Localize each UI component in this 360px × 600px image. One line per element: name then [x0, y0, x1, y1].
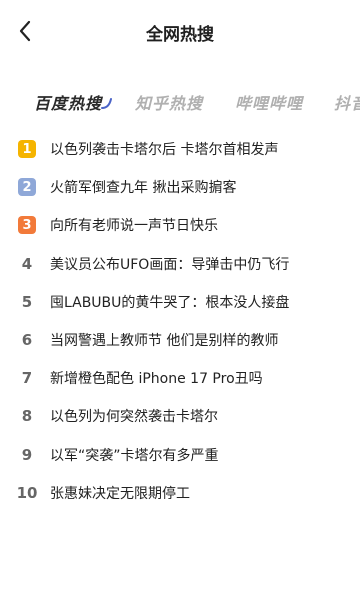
rank-number: 6 — [21, 331, 33, 350]
rank-number: 7 — [21, 369, 33, 388]
rank-number: 4 — [21, 254, 33, 273]
list-item[interactable]: 7 新增橙色配色 iPhone 17 Pro丑吗 — [0, 359, 360, 397]
list-item[interactable]: 3 向所有老师说一声节日快乐 — [0, 206, 360, 244]
tab-baidu[interactable]: 百度热搜 — [34, 90, 102, 114]
rank-number: 10 — [16, 483, 38, 502]
list-item[interactable]: 2 火箭军倒查九年 揪出采购掮客 — [0, 168, 360, 206]
list-item-text: 以色列为何突然袭击卡塔尔 — [50, 409, 218, 426]
list-item-text: 以色列袭击卡塔尔后 卡塔尔首相发声 — [50, 142, 279, 159]
rank-number: 5 — [21, 292, 33, 311]
rank-badge: 1 — [18, 140, 36, 159]
header: 全网热搜 — [0, 0, 360, 64]
list-item[interactable]: 9 以军“突袭”卡塔尔有多严重 — [0, 436, 360, 474]
list-item-text: 囤LABUBU的黄牛哭了：根本没人接盘 — [50, 294, 290, 311]
list-item[interactable]: 10 张惠妹决定无限期停工 — [0, 474, 360, 512]
list-item[interactable]: 4 美议员公布UFO画面：导弹击中仍飞行 — [0, 245, 360, 283]
rank-badge: 3 — [18, 216, 36, 235]
list-item-text: 向所有老师说一声节日快乐 — [50, 218, 218, 235]
list-item[interactable]: 5 囤LABUBU的黄牛哭了：根本没人接盘 — [0, 283, 360, 321]
list-item-text: 以军“突袭”卡塔尔有多严重 — [50, 447, 219, 464]
rank-number: 8 — [21, 407, 33, 426]
tab-bilibili[interactable]: 哔哩哔哩 — [235, 90, 303, 114]
list-item-text: 张惠妹决定无限期停工 — [50, 485, 190, 502]
page-title: 全网热搜 — [146, 25, 214, 45]
rank-badge: 2 — [18, 178, 36, 197]
list-item-text: 当网警遇上教师节 他们是别样的教师 — [50, 333, 279, 350]
hot-list: 1 以色列袭击卡塔尔后 卡塔尔首相发声 2 火箭军倒查九年 揪出采购掮客 3 向… — [0, 130, 360, 512]
hot-search-screen: 全网热搜 百度热搜 知乎热搜 哔哩哔哩 抖音 1 以色列袭击卡塔尔后 卡塔尔首相… — [0, 0, 360, 600]
list-item-text: 火箭军倒查九年 揪出采购掮客 — [50, 180, 237, 197]
list-item[interactable]: 6 当网警遇上教师节 他们是别样的教师 — [0, 321, 360, 359]
active-tab-indicator — [101, 98, 112, 109]
tab-douyin[interactable]: 抖音 — [334, 90, 360, 114]
list-item[interactable]: 1 以色列袭击卡塔尔后 卡塔尔首相发声 — [0, 130, 360, 168]
tab-zhihu[interactable]: 知乎热搜 — [135, 90, 203, 114]
source-tabs: 百度热搜 知乎热搜 哔哩哔哩 抖音 — [0, 76, 360, 126]
rank-number: 9 — [21, 445, 33, 464]
list-item-text: 新增橙色配色 iPhone 17 Pro丑吗 — [50, 371, 263, 388]
list-item[interactable]: 8 以色列为何突然袭击卡塔尔 — [0, 397, 360, 435]
list-item-text: 美议员公布UFO画面：导弹击中仍飞行 — [50, 256, 290, 273]
